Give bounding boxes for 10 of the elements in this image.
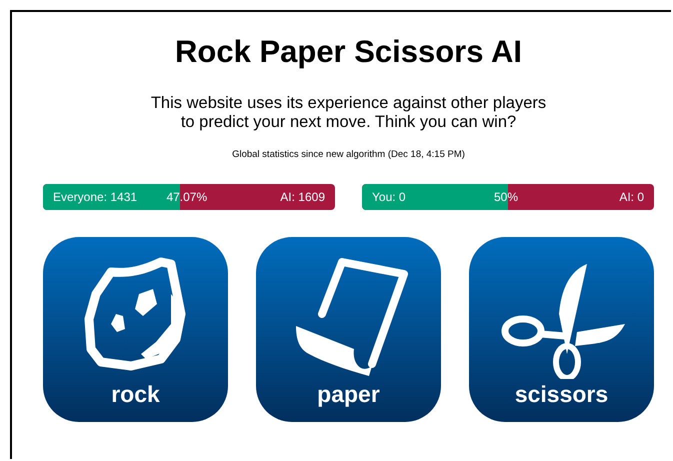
player-score: Everyone: 1431 [53,189,138,206]
stats-caption: Global statistics since new algorithm (Dec 18, 4:15 PM) [232,149,465,160]
move-button[interactable]: scissors [469,237,654,422]
ai-score: AI: 0 [619,189,644,206]
player-score: You: 0 [372,189,406,206]
intro-text: This website uses its experience against other players to predict your next move. Think you can win? [150,94,548,132]
move-button[interactable]: rock [43,237,228,422]
page-title: Rock Paper Scissors AI [175,34,522,70]
ai-score: AI: 1609 [280,189,325,206]
move-button[interactable]: paper [256,237,441,422]
